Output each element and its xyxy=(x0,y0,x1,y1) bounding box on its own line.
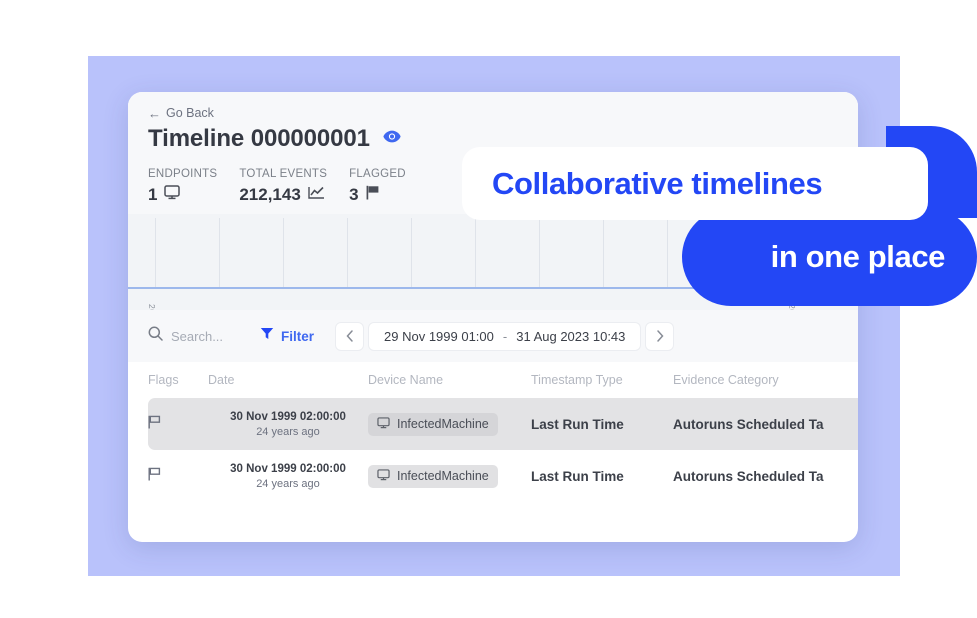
chevron-left-icon xyxy=(346,330,353,342)
eye-icon[interactable] xyxy=(383,130,401,148)
table-row[interactable]: 30 Nov 1999 02:00:00 24 years ago Infect… xyxy=(148,398,858,450)
device-name: InfectedMachine xyxy=(397,417,489,431)
column-header-date[interactable]: Date xyxy=(208,373,368,387)
line-chart-icon xyxy=(308,185,325,205)
stat-number: 212,143 xyxy=(239,185,301,204)
device-chip[interactable]: InfectedMachine xyxy=(368,464,498,488)
stat-value-wrap: 3 xyxy=(349,185,406,205)
stat-value-wrap: 212,143 xyxy=(239,185,327,205)
row-date: 30 Nov 1999 02:00:00 xyxy=(230,410,346,423)
row-date-relative: 24 years ago xyxy=(256,477,320,490)
search-placeholder: Search... xyxy=(171,328,224,344)
flag-filled-icon xyxy=(366,185,380,205)
chart-gridline xyxy=(603,218,604,289)
funnel-icon xyxy=(260,327,274,345)
column-header-timestamp-type[interactable]: Timestamp Type xyxy=(531,373,673,387)
stat-label: TOTAL EVENTS xyxy=(239,168,328,180)
row-date-cell: 30 Nov 1999 02:00:00 24 years ago xyxy=(208,463,368,490)
row-device-cell: InfectedMachine xyxy=(368,464,531,488)
filter-button[interactable]: Filter xyxy=(260,327,314,345)
chart-gridline xyxy=(475,218,476,289)
events-table: Flags Date Device Name Timestamp Type Ev… xyxy=(128,362,858,502)
row-flag-cell[interactable] xyxy=(148,467,208,486)
date-separator: - xyxy=(502,328,508,344)
device-chip[interactable]: InfectedMachine xyxy=(368,412,498,436)
date-range-field[interactable]: 29 Nov 1999 01:00 - 31 Aug 2023 10:43 xyxy=(369,322,641,350)
page-title: Timeline 000000001 xyxy=(148,125,370,152)
date-from: 29 Nov 1999 01:00 xyxy=(384,328,494,344)
row-timestamp-type: Last Run Time xyxy=(531,468,624,484)
filter-label: Filter xyxy=(281,328,315,344)
callout-badge-secondary: in one place xyxy=(682,126,977,306)
stat-flagged: FLAGGED 3 xyxy=(349,168,406,205)
row-timestamp-type: Last Run Time xyxy=(531,416,624,432)
device-name: InfectedMachine xyxy=(397,469,489,483)
chart-gridline xyxy=(667,218,668,289)
search-icon xyxy=(148,326,163,346)
stat-endpoints: ENDPOINTS 1 xyxy=(148,168,217,205)
search-input[interactable]: Search... xyxy=(148,326,256,346)
row-date-cell: 30 Nov 1999 02:00:00 24 years ago xyxy=(208,411,368,438)
stat-label: FLAGGED xyxy=(349,168,406,180)
monitor-icon xyxy=(377,416,390,432)
chart-gridline xyxy=(539,218,540,289)
stat-number: 3 xyxy=(349,185,359,204)
stat-value-wrap: 1 xyxy=(148,185,217,205)
chart-gridline xyxy=(411,218,412,289)
flag-outline-icon xyxy=(148,467,161,485)
date-range-picker: 29 Nov 1999 01:00 - 31 Aug 2023 10:43 xyxy=(336,322,674,350)
go-back-link[interactable]: ← Go Back xyxy=(148,106,214,120)
arrow-left-icon: ← xyxy=(148,105,161,121)
stat-label: ENDPOINTS xyxy=(148,168,218,180)
row-date: 30 Nov 1999 02:00:00 xyxy=(230,462,346,475)
table-header-row: Flags Date Device Name Timestamp Type Ev… xyxy=(128,362,858,398)
chart-gridline xyxy=(155,218,156,289)
date-to: 31 Aug 2023 10:43 xyxy=(516,328,626,344)
callout-line-1: Collaborative timelines xyxy=(492,165,823,201)
callout-badge-primary: Collaborative timelines xyxy=(462,147,928,220)
monitor-icon xyxy=(377,468,390,484)
chart-gridline xyxy=(347,218,348,289)
row-evidence-category: Autoruns Scheduled Ta xyxy=(673,416,824,432)
column-header-device-name[interactable]: Device Name xyxy=(368,373,531,387)
date-prev-button[interactable] xyxy=(336,322,364,350)
table-toolbar: Search... Filter 29 Nov 1999 01:00 - 31 … xyxy=(128,310,858,362)
row-flag-cell[interactable] xyxy=(148,415,208,434)
table-row[interactable]: 30 Nov 1999 02:00:00 24 years ago Infect… xyxy=(148,450,858,502)
chevron-right-icon xyxy=(657,330,664,342)
stat-number: 1 xyxy=(148,185,158,204)
row-date-relative: 24 years ago xyxy=(256,425,320,438)
date-next-button[interactable] xyxy=(646,322,674,350)
stat-total-events: TOTAL EVENTS 212,143 xyxy=(239,168,327,205)
callout-line-2: in one place xyxy=(770,239,946,274)
monitor-icon xyxy=(164,185,181,205)
row-evidence-category: Autoruns Scheduled Ta xyxy=(673,468,824,484)
row-device-cell: InfectedMachine xyxy=(368,412,531,436)
column-header-flags[interactable]: Flags xyxy=(148,373,208,387)
column-header-evidence-category[interactable]: Evidence Category xyxy=(673,373,858,387)
chart-gridline xyxy=(219,218,220,289)
chart-gridline xyxy=(283,218,284,289)
flag-outline-icon xyxy=(148,415,161,433)
go-back-label: Go Back xyxy=(166,106,214,120)
